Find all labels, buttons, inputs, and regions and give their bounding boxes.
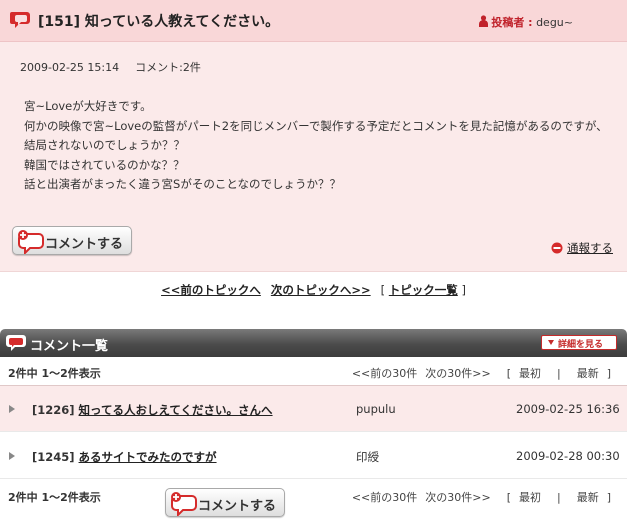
result-count: 2件中 1～2件表示 [8,491,101,504]
pager-divider: | [556,367,561,380]
body-line: 宮~Loveが大好きです。 [24,99,152,113]
next-topic-link[interactable]: 次のトピックへ>> [271,283,371,297]
topic-header: [151] 知っている人教えてください。 投稿者 : degu~ [0,0,627,42]
pager-first[interactable]: 最初 [519,367,541,380]
topic-title: [151] 知っている人教えてください。 [38,14,280,30]
comment-add-icon [18,230,44,254]
comment-author: 印綬 [356,450,379,464]
comment-id: [1226] [32,403,75,417]
comment-title: [1226] 知ってる人おしえてください。さんへ [32,402,273,418]
body-line: 何かの映像で宮~Loveの監督がパート2を同じメンバーで製作する予定だとコメント… [24,118,608,153]
comment-button-label: コメントする [198,499,277,514]
topic-date: 2009-02-25 15:14 [20,61,120,74]
speech-bubble-icon [10,12,30,28]
chevron-down-icon [548,340,554,345]
comment-link[interactable]: あるサイトでみたのですが [79,450,217,464]
pager: <<前の30件 次の30件>> [ 最初 | 最新] [352,489,611,505]
poster-name: degu~ [536,16,573,29]
comment-add-icon [171,492,197,516]
bracket: ] [461,283,466,297]
detail-button-label: 詳細を見る [558,340,604,350]
comment-list-header: コメント一覧 詳細を見る [0,329,627,357]
bracket: [ [380,283,386,297]
pager-bracket: [ [506,367,511,380]
topic-navigation: <<前のトピックへ 次のトピックへ>> [ トピック一覧 ] [0,282,627,298]
person-icon [479,15,489,27]
comment-author: pupulu [356,402,396,416]
pager-row-top: 2件中 1～2件表示 <<前の30件 次の30件>> [ 最初 | 最新] [0,359,627,385]
topic-list-link[interactable]: トピック一覧 [389,283,458,297]
prev-topic-link[interactable]: <<前のトピックへ [161,283,261,297]
poster-info: 投稿者 : degu~ [479,14,573,30]
row-arrow-icon [9,452,15,460]
body-line: 話と出演者がまったく違う宮Sがそのことなのでしょうか？？ [24,177,341,191]
comment-button[interactable]: コメントする [12,226,132,255]
result-count: 2件中 1～2件表示 [8,367,101,380]
topic-meta: 2009-02-25 15:14 コメント:2件 [20,59,201,75]
pager-first[interactable]: 最初 [519,491,541,504]
table-row: [1226] 知ってる人おしえてください。さんへ pupulu 2009-02-… [0,386,627,432]
pager-last[interactable]: 最新 [577,491,599,504]
report-link[interactable]: 通報する [567,241,613,255]
row-arrow-icon [9,405,15,413]
pager: <<前の30件 次の30件>> [ 最初 | 最新] [352,365,611,381]
pager-bracket: ] [606,367,611,380]
comment-date: 2009-02-28 00:30 [516,449,620,463]
comment-list-title: コメント一覧 [30,339,109,354]
no-entry-icon [551,242,563,254]
pager-next[interactable]: 次の30件>> [425,367,490,380]
topic-comment-count: コメント:2件 [135,61,201,74]
comment-button-label: コメントする [45,237,124,252]
comment-link[interactable]: 知ってる人おしえてください。さんへ [79,403,273,417]
topic-panel: [151] 知っている人教えてください。 投稿者 : degu~ 2009-02… [0,0,627,272]
pager-bracket: ] [606,491,611,504]
pager-bracket: [ [506,491,511,504]
pager-row-bottom: 2件中 1～2件表示 <<前の30件 次の30件>> [ 最初 | 最新] [0,483,627,509]
comment-title: [1245] あるサイトでみたのですが [32,449,217,465]
pager-last[interactable]: 最新 [577,367,599,380]
poster-label: 投稿者 : [491,16,533,29]
detail-button[interactable]: 詳細を見る [541,335,617,350]
pager-next[interactable]: 次の30件>> [425,491,490,504]
table-row: [1245] あるサイトでみたのですが 印綬 2009-02-28 00:30 [0,433,627,479]
pager-prev[interactable]: <<前の30件 [352,491,417,504]
body-line: 韓国ではされているのかな？？ [24,157,185,172]
speech-bubble-icon [6,335,26,351]
comment-date: 2009-02-25 16:36 [516,402,620,416]
bottom-comment-button[interactable]: コメントする [165,488,285,517]
report-link-group: 通報する [551,240,613,256]
topic-body: 宮~Loveが大好きです。 何かの映像で宮~Loveの監督がパート2を同じメンバ… [24,97,614,195]
pager-prev[interactable]: <<前の30件 [352,367,417,380]
pager-divider: | [556,491,561,504]
comment-id: [1245] [32,450,75,464]
